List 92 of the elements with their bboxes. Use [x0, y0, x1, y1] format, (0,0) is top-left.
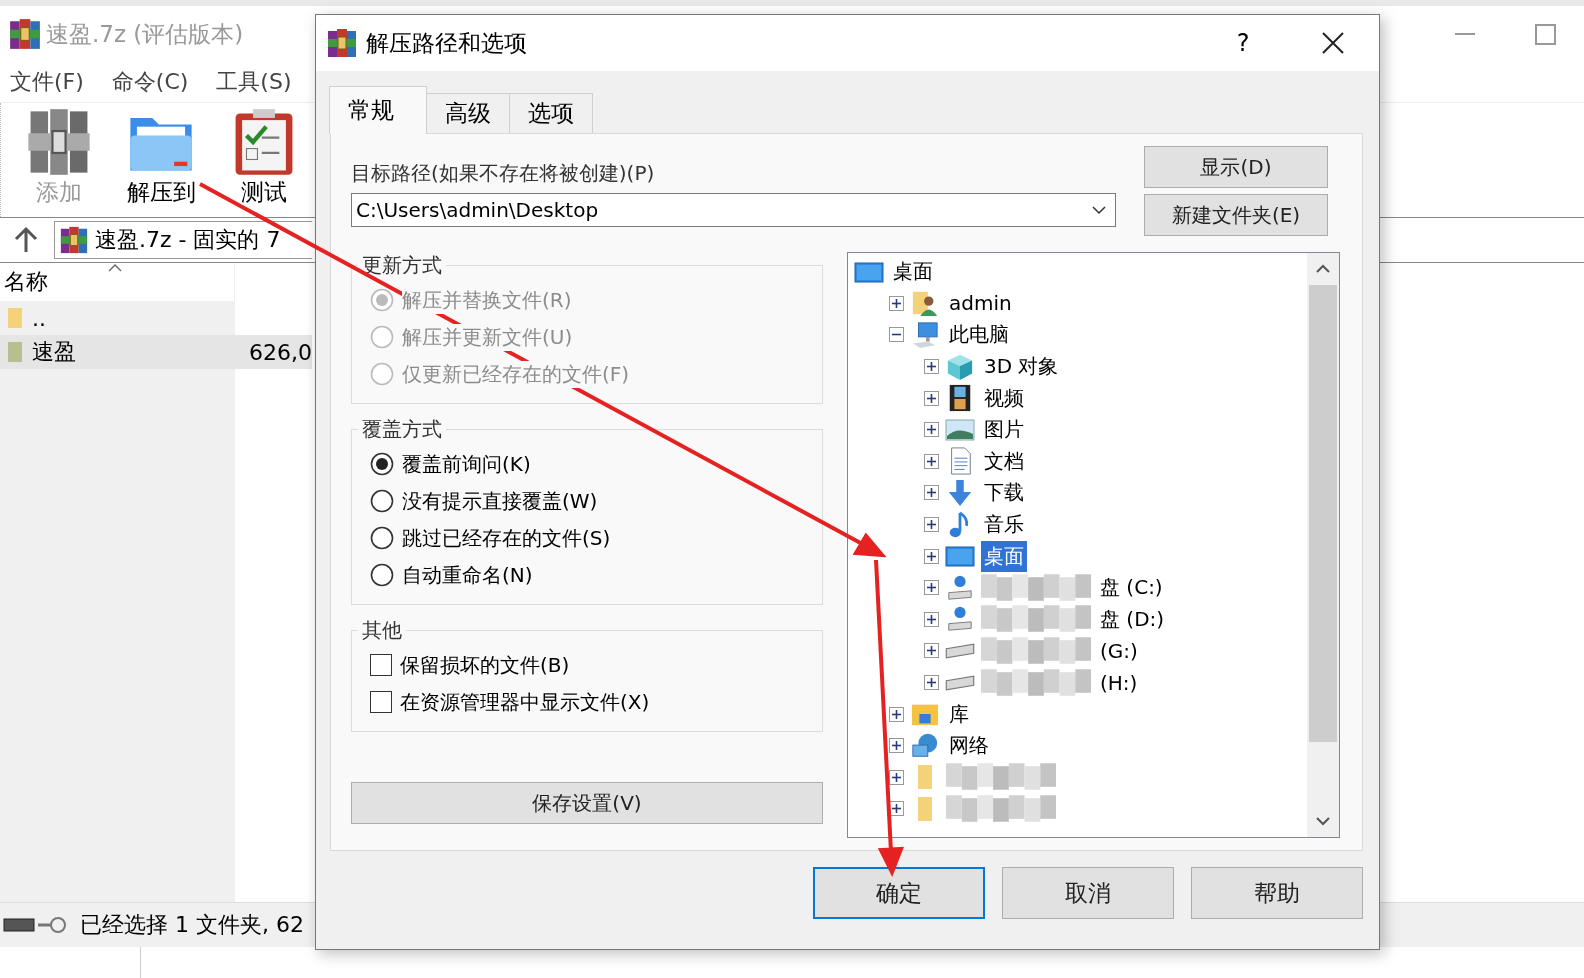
expand-icon[interactable]	[924, 517, 939, 533]
expand-icon[interactable]	[924, 675, 939, 690]
archive-books-icon	[326, 27, 358, 59]
up-arrow-icon[interactable]	[12, 226, 40, 254]
menu-item[interactable]: 工具(S)	[216, 67, 292, 97]
expand-icon[interactable]	[924, 390, 939, 406]
user-folder-icon	[910, 289, 940, 318]
dialog-button[interactable]: 确定	[813, 867, 985, 919]
file-row[interactable]: 速盈 626,0	[0, 335, 312, 369]
field-label: 目标路径(如果不存在将被创建)(P)	[351, 160, 656, 187]
file-name: ..	[32, 305, 46, 331]
toolbar-button[interactable]: 测试	[215, 107, 312, 217]
save-settings-button[interactable]: 保存设置(V)	[351, 782, 823, 824]
option-label: 没有提示直接覆盖(W)	[402, 487, 598, 515]
tree-item[interactable]: 文档	[981, 445, 1027, 477]
toolbar-button[interactable]: 解压到	[113, 107, 210, 217]
radio-button[interactable]	[370, 563, 394, 587]
tree-item[interactable]: 库	[946, 698, 972, 730]
expand-icon[interactable]	[889, 706, 904, 722]
expand-icon[interactable]	[924, 453, 939, 469]
file-size: 626,0	[248, 339, 312, 365]
tree-item[interactable]: (H:)	[1097, 668, 1141, 697]
expand-icon[interactable]	[924, 548, 939, 564]
radio-button[interactable]	[370, 526, 394, 550]
drive-icon	[945, 642, 975, 659]
tree-item[interactable]: 3D 对象	[981, 351, 1062, 383]
option-label: 覆盖前询问(K)	[402, 450, 531, 478]
network-drive-icon	[945, 573, 975, 602]
tab[interactable]: 选项	[509, 93, 593, 133]
drive-icon	[945, 674, 975, 691]
network-drive-icon	[945, 605, 975, 634]
tree-item[interactable]: 网络	[946, 730, 992, 762]
radio-button[interactable]	[370, 452, 394, 476]
menu-item[interactable]: 命令(C)	[111, 67, 189, 97]
help-button[interactable]: ?	[1223, 28, 1263, 58]
tree-item[interactable]: (G:)	[1097, 636, 1141, 665]
radio-button[interactable]	[370, 489, 394, 513]
expand-icon[interactable]	[889, 295, 904, 311]
status-text: 已经选择 1 文件夹, 62	[80, 911, 304, 939]
tree-item[interactable]: 图片	[981, 414, 1027, 446]
tree-item[interactable]: admin	[946, 289, 1015, 318]
tree-item[interactable]: 此电脑	[946, 319, 1012, 351]
computer-icon	[910, 321, 940, 349]
tree-item[interactable]: 桌面	[890, 256, 936, 288]
expand-icon[interactable]	[924, 611, 939, 627]
option-label: 自动重命名(N)	[402, 561, 533, 589]
expand-icon[interactable]	[889, 769, 904, 785]
scrollbar[interactable]	[1307, 253, 1339, 837]
archive-books-icon	[59, 225, 89, 255]
expand-icon[interactable]	[889, 738, 904, 754]
expand-icon[interactable]	[924, 580, 939, 596]
dialog-title: 解压路径和选项	[366, 28, 528, 58]
tree-item[interactable]: 盘 (C:)	[1097, 572, 1166, 604]
side-button[interactable]: 显示(D)	[1144, 146, 1328, 188]
dialog-button[interactable]: 帮助	[1191, 867, 1363, 919]
option-label: 保留损坏的文件(B)	[400, 651, 570, 679]
scroll-thumb[interactable]	[1309, 285, 1337, 742]
group-title: 其他	[361, 617, 403, 644]
close-icon[interactable]	[1321, 31, 1345, 55]
cube-icon	[945, 352, 975, 381]
option-label: 仅更新已经存在的文件(F)	[402, 360, 630, 388]
dialog-button[interactable]: 取消	[1002, 867, 1174, 919]
expand-icon[interactable]	[924, 359, 939, 375]
collapse-icon[interactable]	[889, 327, 904, 343]
folder-icon	[918, 796, 932, 821]
expand-icon[interactable]	[924, 422, 939, 438]
checkbox[interactable]	[370, 691, 392, 713]
maximize-icon[interactable]	[1535, 23, 1556, 45]
expand-icon[interactable]	[924, 643, 939, 659]
option-label: 在资源管理器中显示文件(X)	[400, 688, 650, 716]
tree-item[interactable]: 视频	[981, 382, 1027, 414]
tree-item[interactable]: 盘 (D:)	[1097, 603, 1168, 635]
folder-icon	[918, 765, 932, 790]
group-title: 更新方式	[361, 252, 443, 279]
file-name: 速盈	[32, 338, 76, 366]
path-combobox[interactable]: C:\Users\admin\Desktop	[351, 193, 1116, 227]
sort-caret-icon	[108, 263, 122, 273]
archive-books-icon	[8, 17, 42, 51]
tab[interactable]: 常规	[329, 86, 427, 134]
tree-item[interactable]: 桌面	[981, 540, 1027, 572]
globe-monitor-icon	[910, 731, 940, 760]
checkbox[interactable]	[370, 654, 392, 676]
chevron-down-icon[interactable]	[1091, 205, 1107, 215]
expand-icon[interactable]	[924, 485, 939, 501]
menu-item[interactable]: 文件(F)	[10, 67, 84, 97]
window-title: 速盈.7z (评估版本)	[46, 19, 244, 49]
option-label: 跳过已经存在的文件(S)	[402, 524, 611, 552]
side-button[interactable]: 新建文件夹(E)	[1144, 194, 1328, 236]
group-title: 覆盖方式	[361, 416, 443, 443]
tree-item[interactable]: 音乐	[981, 509, 1027, 541]
option-label: 解压并更新文件(U)	[402, 323, 573, 351]
tree-item[interactable]: 下载	[981, 477, 1027, 509]
